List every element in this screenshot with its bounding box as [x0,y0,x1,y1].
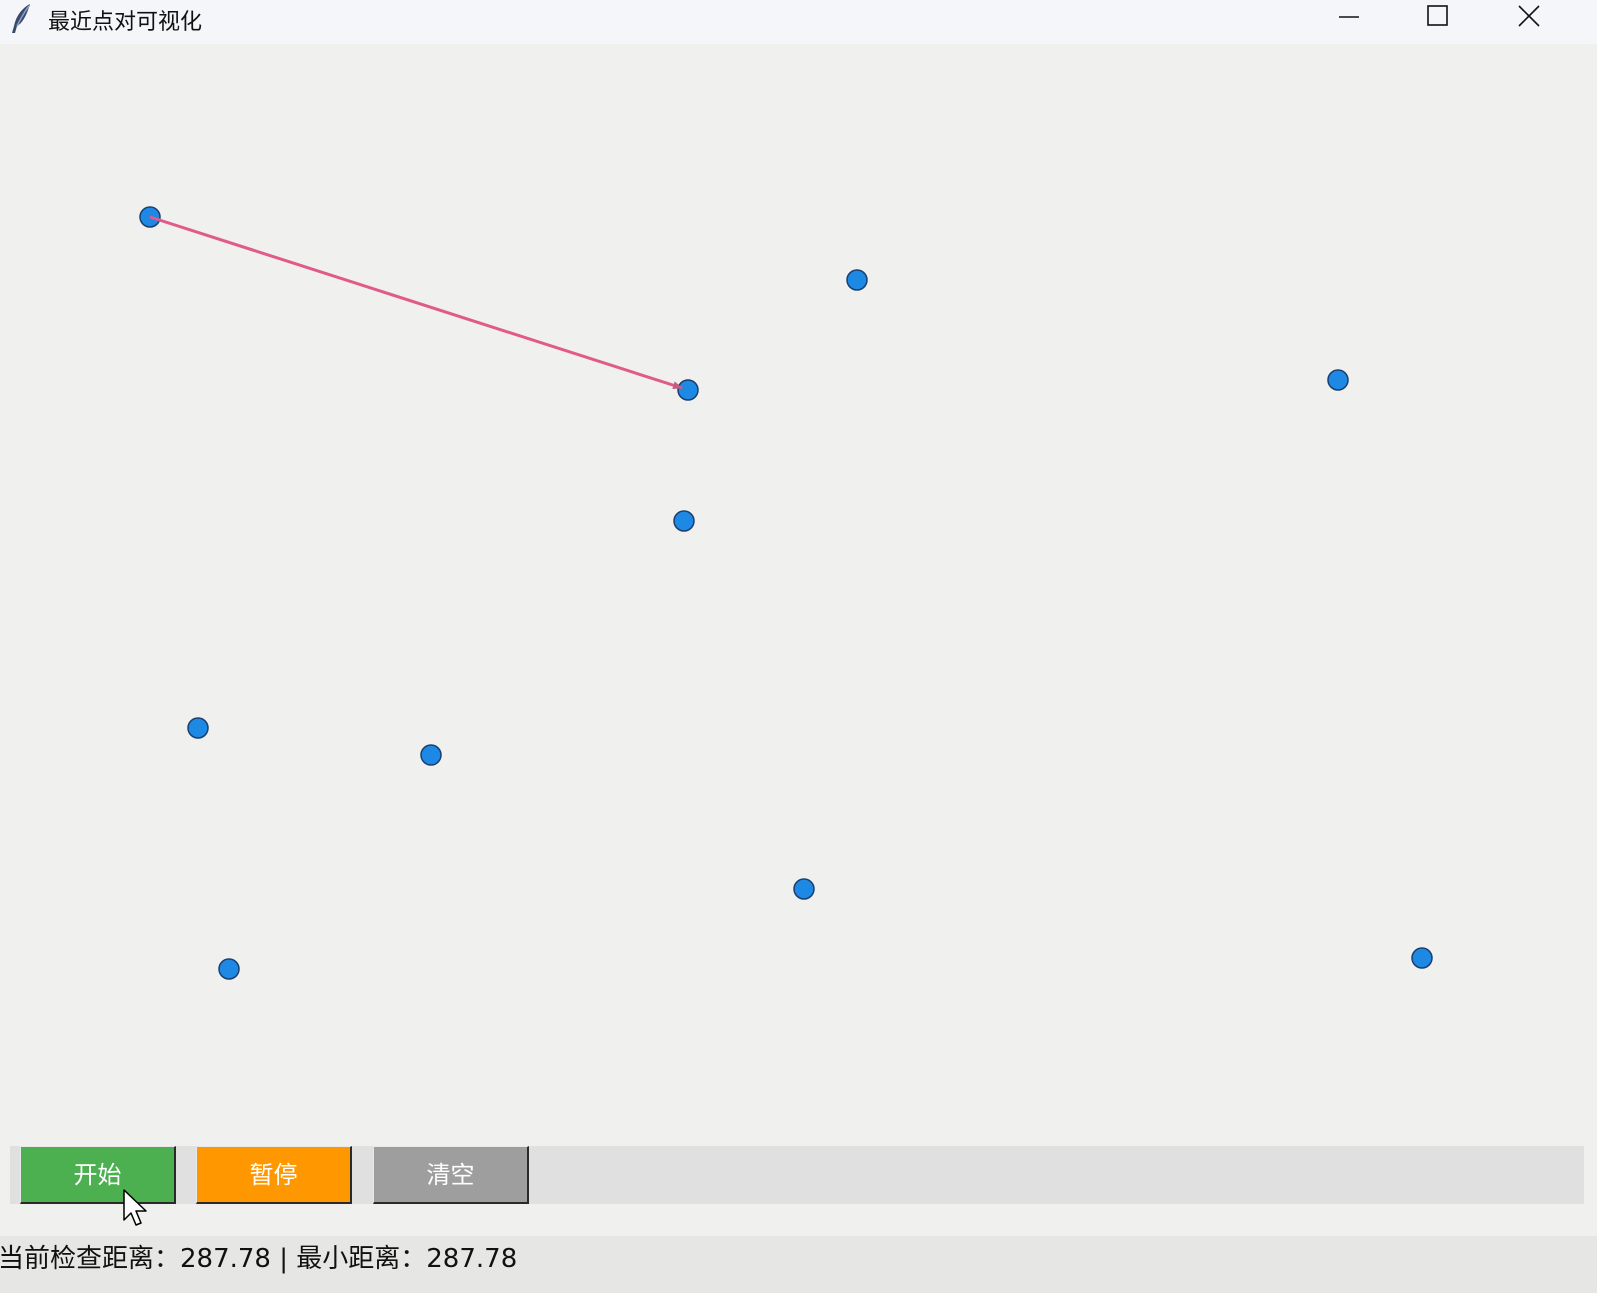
maximize-button[interactable] [1392,0,1482,34]
point-marker [1411,947,1433,969]
point-marker [420,744,442,766]
point-marker [218,958,240,980]
clear-button[interactable]: 清空 [373,1146,529,1204]
point-marker [673,510,695,532]
visualization-canvas[interactable] [0,44,1597,1144]
points-plot [139,206,1433,980]
pause-button[interactable]: 暂停 [196,1146,352,1204]
window-title: 最近点对可视化 [48,10,203,35]
feather-icon [8,2,36,34]
status-text: 当前检查距离：287.78 | 最小距离：287.78 [0,1244,518,1274]
point-marker [846,269,868,291]
app-window: 最近点对可视化 开始 暂停 清空 当前检查距离：287.78 | 最小距离：28… [0,0,1597,1293]
point-marker [793,878,815,900]
status-bar: 当前检查距离：287.78 | 最小距离：287.78 [0,1236,1597,1293]
start-button[interactable]: 开始 [20,1146,176,1204]
close-button[interactable] [1482,0,1572,34]
point-marker [187,717,209,739]
point-marker [677,379,699,401]
mouse-cursor-icon [122,1188,152,1234]
point-marker [1327,369,1349,391]
title-bar[interactable]: 最近点对可视化 [0,0,1597,44]
pair-connection-line [149,215,683,390]
minimize-button[interactable] [1302,0,1392,34]
control-toolbar: 开始 暂停 清空 [10,1146,1584,1204]
